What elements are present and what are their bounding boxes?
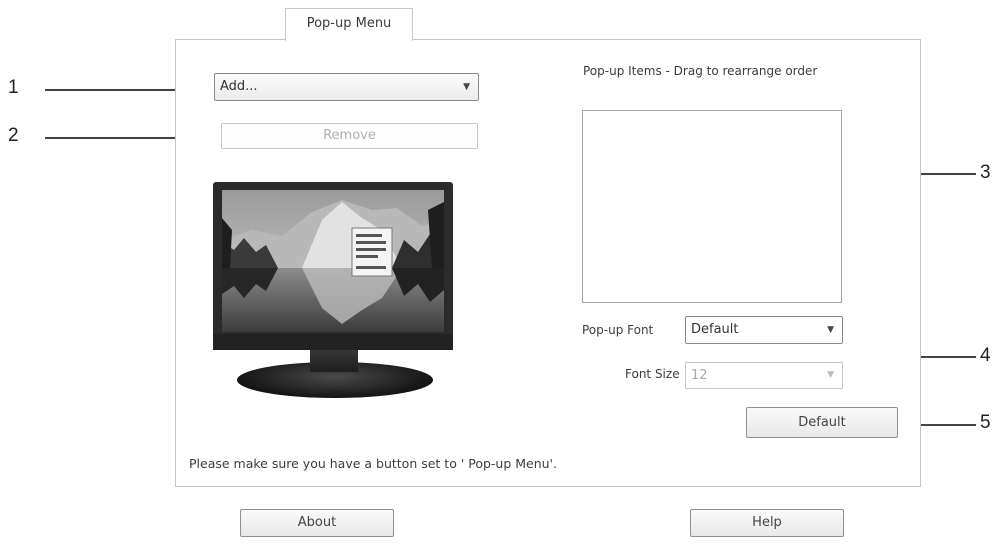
add-dropdown[interactable]: Add... ▼ — [214, 73, 479, 101]
tab-popup-menu[interactable]: Pop-up Menu — [285, 8, 413, 41]
callout-3: 3 — [980, 162, 991, 183]
notice-text: Please make sure you have a button set t… — [189, 456, 557, 471]
popup-font-dropdown[interactable]: Default ▼ — [685, 316, 843, 344]
chevron-down-icon: ▼ — [827, 370, 834, 380]
chevron-down-icon: ▼ — [463, 82, 470, 92]
popup-items-label: Pop-up Items - Drag to rearrange order — [583, 64, 818, 78]
font-size-dropdown[interactable]: 12 ▼ — [685, 362, 843, 389]
callout-2: 2 — [8, 125, 19, 146]
remove-button[interactable]: Remove — [221, 123, 478, 149]
add-dropdown-value: Add... — [220, 79, 258, 94]
callout-4: 4 — [980, 345, 991, 366]
default-button[interactable]: Default — [746, 407, 898, 438]
monitor-chin — [213, 334, 453, 350]
callout-1: 1 — [8, 77, 19, 98]
about-button[interactable]: About — [240, 509, 394, 537]
monitor-screen — [222, 190, 444, 332]
popup-font-value: Default — [691, 322, 739, 337]
font-size-label: Font Size — [625, 367, 680, 381]
landscape-wallpaper-image — [222, 190, 444, 332]
help-button[interactable]: Help — [690, 509, 844, 537]
font-size-value: 12 — [691, 368, 708, 383]
popup-font-label: Pop-up Font — [582, 323, 654, 337]
popup-items-list[interactable] — [582, 110, 842, 303]
callout-5: 5 — [980, 412, 991, 433]
monitor-stand — [310, 348, 358, 372]
chevron-down-icon: ▼ — [827, 325, 834, 335]
